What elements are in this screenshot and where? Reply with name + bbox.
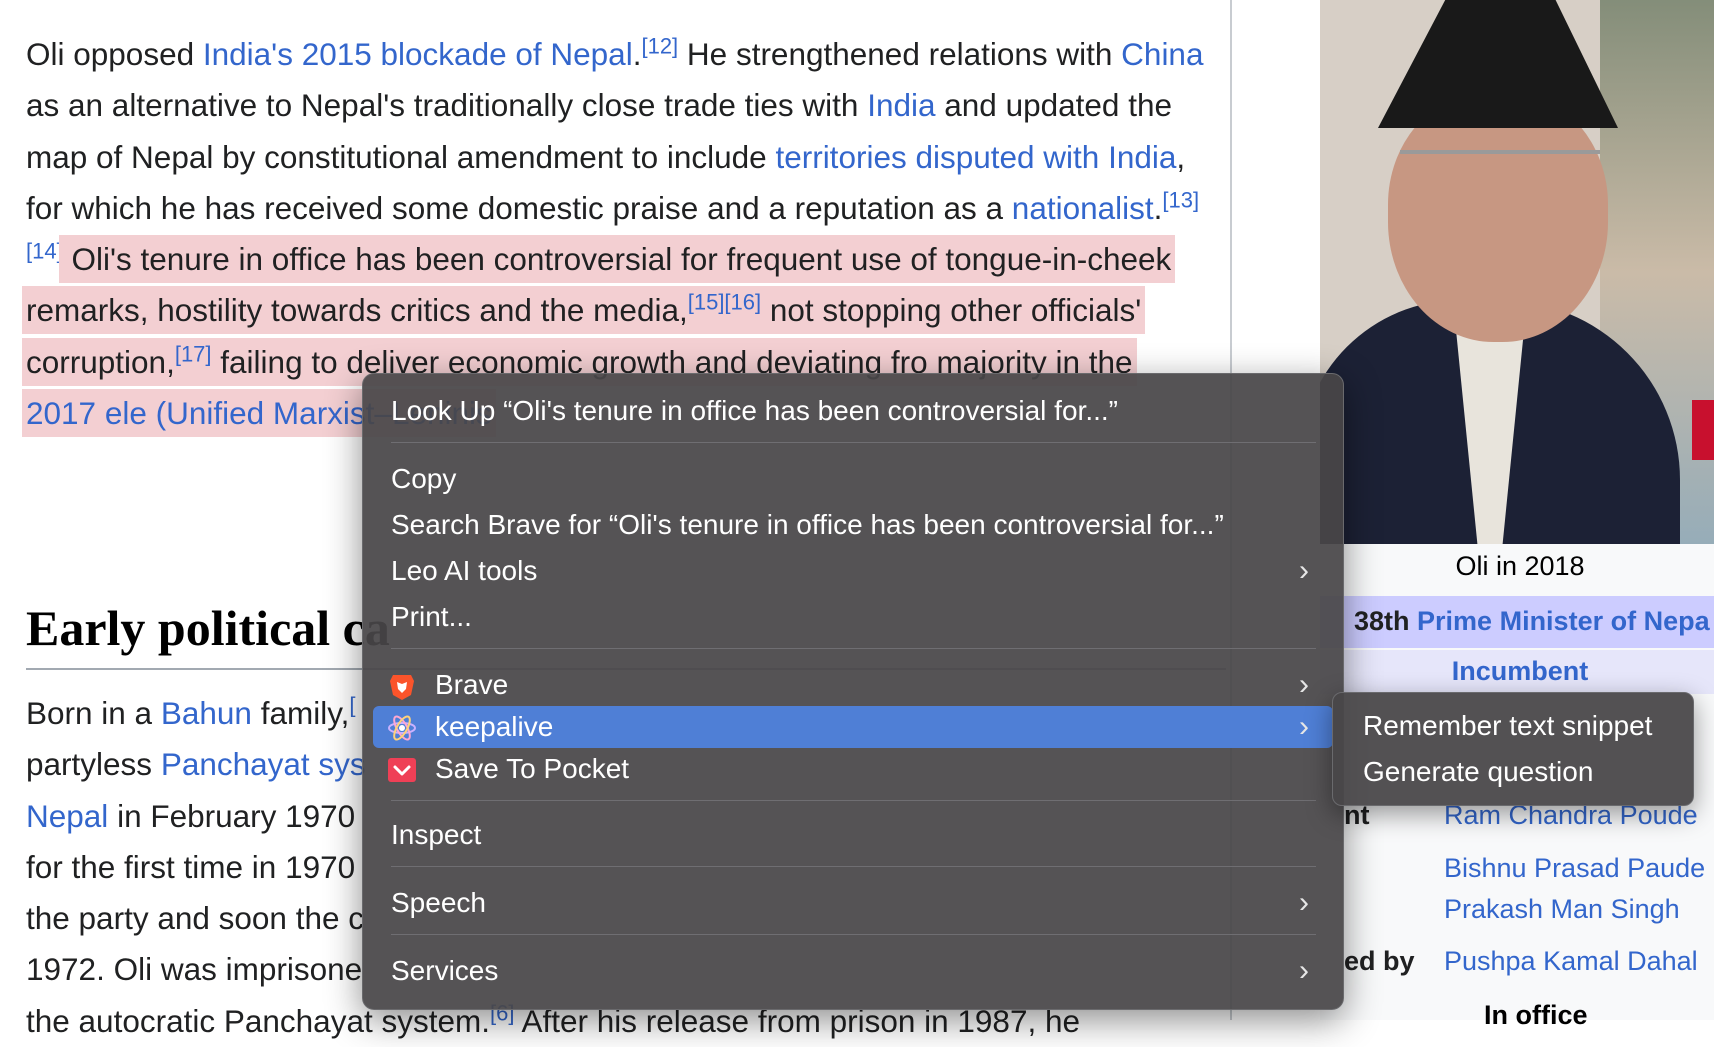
- menu-label: Services: [391, 955, 499, 986]
- link-prime-minister[interactable]: Prime Minister of Nepa: [1417, 606, 1710, 636]
- menu-label: Inspect: [391, 819, 482, 850]
- link-india[interactable]: India: [867, 87, 935, 123]
- menu-label: keepalive: [435, 711, 554, 742]
- menu-item-services[interactable]: Services ›: [373, 950, 1333, 992]
- link-incumbent[interactable]: Incumbent: [1320, 656, 1714, 687]
- menu-item-inspect[interactable]: Inspect: [373, 814, 1333, 856]
- menu-label: Speech: [391, 887, 486, 918]
- in-office-label: In office: [1484, 1000, 1588, 1030]
- link-blockade[interactable]: India's 2015 blockade of Nepal: [203, 36, 633, 72]
- portrait-face: [1388, 92, 1608, 342]
- link-nepal[interactable]: Nepal: [26, 798, 108, 834]
- link-panchayat[interactable]: Panchayat sys: [161, 746, 366, 782]
- row-label: ed by: [1344, 946, 1415, 976]
- menu-item-look-up[interactable]: Look Up “Oli's tenure in office has been…: [373, 390, 1333, 432]
- menu-label: Print...: [391, 601, 472, 632]
- submenu-item-remember-snippet[interactable]: Remember text snippet: [1341, 705, 1685, 747]
- menu-item-brave[interactable]: Brave ›: [373, 664, 1333, 706]
- menu-item-copy[interactable]: Copy: [373, 458, 1333, 500]
- office-ordinal: 38th: [1354, 606, 1418, 636]
- menu-label: Search Brave for “Oli's tenure in office…: [391, 509, 1224, 540]
- menu-label: Save To Pocket: [435, 753, 630, 784]
- ref-12[interactable]: [12]: [641, 34, 678, 59]
- text: as an alternative to Nepal's traditional…: [26, 87, 868, 124]
- pocket-icon: [388, 758, 416, 782]
- text: family,: [251, 695, 350, 731]
- text: for the first time in 1970: [26, 848, 356, 885]
- menu-label: Brave: [435, 669, 509, 700]
- text: Born in a: [26, 695, 161, 731]
- portrait-image[interactable]: [1320, 0, 1714, 544]
- menu-item-keepalive[interactable]: keepalive ›: [373, 706, 1333, 748]
- ref-15-16[interactable]: [15][16]: [688, 290, 761, 315]
- infobox: Oli in 2018 38th Prime Minister of Nepa …: [1320, 0, 1714, 1030]
- keepalive-submenu: Remember text snippet Generate question: [1332, 692, 1694, 806]
- chevron-right-icon: ›: [1299, 886, 1309, 919]
- brave-lion-icon: [390, 675, 414, 700]
- image-caption: Oli in 2018: [1320, 544, 1714, 588]
- chevron-right-icon: ›: [1299, 954, 1309, 987]
- infobox-label-preceded-by: ed by: [1344, 946, 1415, 977]
- link-territories[interactable]: territories disputed with India: [775, 139, 1176, 175]
- chevron-right-icon: ›: [1299, 710, 1309, 743]
- ref-17[interactable]: [17]: [175, 341, 212, 366]
- menu-label: Leo AI tools: [391, 555, 538, 586]
- link-china[interactable]: China: [1121, 36, 1203, 72]
- portrait-glasses: [1400, 150, 1600, 200]
- link-nationalist[interactable]: nationalist: [1012, 190, 1154, 226]
- menu-item-search-brave[interactable]: Search Brave for “Oli's tenure in office…: [373, 504, 1333, 546]
- link-2017-election[interactable]: 2017 ele: [26, 395, 147, 431]
- menu-item-save-to-pocket[interactable]: Save To Pocket: [373, 748, 1333, 790]
- chevron-right-icon: ›: [1299, 554, 1309, 587]
- text: He strengthened relations with: [678, 36, 1122, 72]
- atom-icon: [388, 715, 416, 741]
- submenu-item-generate-question[interactable]: Generate question: [1341, 751, 1685, 793]
- text: partyless: [26, 746, 161, 783]
- ref-early[interactable]: [: [349, 693, 355, 718]
- link-prakash-man-singh[interactable]: Prakash Man Singh: [1444, 894, 1680, 925]
- menu-item-leo-ai-tools[interactable]: Leo AI tools ›: [373, 550, 1333, 592]
- menu-item-print[interactable]: Print...: [373, 596, 1333, 638]
- portrait-flag: [1692, 400, 1714, 460]
- text: 1972. Oli was imprisone: [26, 951, 363, 988]
- text: Oli opposed: [26, 36, 203, 72]
- menu-separator: [391, 648, 1316, 649]
- text: in February 1970: [108, 797, 356, 834]
- office-title: 38th Prime Minister of Nepa: [1354, 606, 1710, 637]
- text: the party and soon the c: [26, 900, 364, 937]
- menu-separator: [391, 442, 1316, 443]
- menu-separator: [391, 800, 1316, 801]
- menu-label: Look Up “Oli's tenure in office has been…: [391, 395, 1118, 426]
- menu-label: Copy: [391, 463, 457, 494]
- link-bahun[interactable]: Bahun: [161, 695, 252, 731]
- link-bishnu-prasad-paudel[interactable]: Bishnu Prasad Paude: [1444, 853, 1705, 884]
- menu-item-speech[interactable]: Speech ›: [373, 882, 1333, 924]
- menu-separator: [391, 866, 1316, 867]
- chevron-right-icon: ›: [1299, 668, 1309, 701]
- context-menu: Look Up “Oli's tenure in office has been…: [362, 373, 1344, 1010]
- menu-separator: [391, 934, 1316, 935]
- link-pushpa-kamal-dahal[interactable]: Pushpa Kamal Dahal: [1444, 946, 1698, 977]
